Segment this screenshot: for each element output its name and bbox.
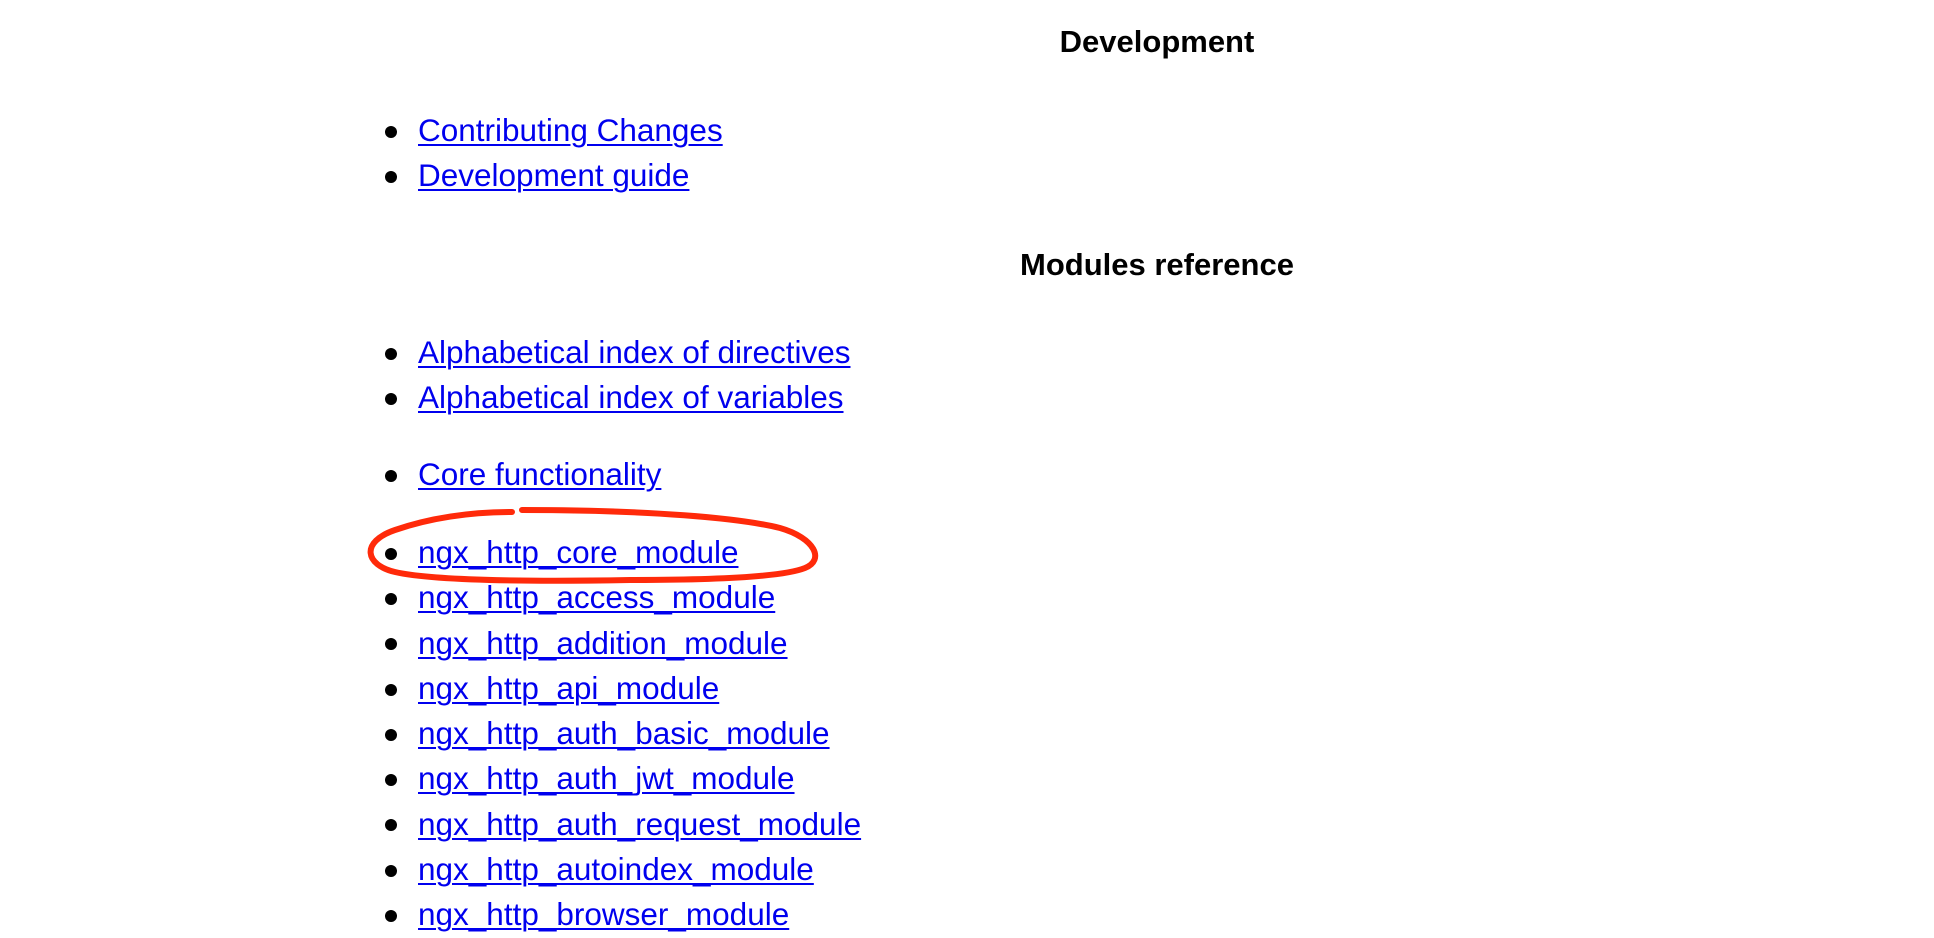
link-development-guide[interactable]: Development guide: [418, 157, 689, 193]
bullet-icon: [385, 864, 397, 877]
list-item: ngx_http_auth_basic_module: [385, 711, 861, 756]
list-item: ngx_http_autoindex_module: [385, 847, 861, 892]
bullet-icon: [385, 125, 397, 138]
list-item: Alphabetical index of directives: [385, 330, 851, 375]
bullet-icon: [385, 469, 397, 482]
bullet-icon: [385, 347, 397, 360]
list-item: ngx_http_access_module: [385, 575, 861, 620]
link-ngx-http-api-module[interactable]: ngx_http_api_module: [418, 670, 719, 706]
link-ngx-http-auth-request-module[interactable]: ngx_http_auth_request_module: [418, 806, 861, 842]
core-links-list: Core functionality: [385, 452, 661, 497]
link-variables-index[interactable]: Alphabetical index of variables: [418, 379, 844, 415]
bullet-icon: [385, 170, 397, 183]
bullet-icon: [385, 683, 397, 696]
list-item: Core functionality: [385, 452, 661, 497]
modules-reference-heading: Modules reference: [1020, 247, 1294, 282]
list-item: ngx_http_browser_module: [385, 892, 861, 937]
list-item: Contributing Changes: [385, 108, 723, 153]
development-links-list: Contributing Changes Development guide: [385, 108, 723, 199]
link-ngx-http-access-module[interactable]: ngx_http_access_module: [418, 579, 775, 615]
link-ngx-http-auth-basic-module[interactable]: ngx_http_auth_basic_module: [418, 715, 830, 751]
red-circle-annotation: [367, 507, 819, 584]
development-heading: Development: [1059, 24, 1255, 59]
list-item: ngx_http_auth_request_module: [385, 802, 861, 847]
bullet-icon: [385, 910, 397, 923]
list-item: ngx_http_core_module: [385, 530, 861, 575]
list-item: ngx_http_addition_module: [385, 621, 861, 666]
link-ngx-http-autoindex-module[interactable]: ngx_http_autoindex_module: [418, 851, 814, 887]
bullet-icon: [385, 774, 397, 787]
bullet-icon: [385, 592, 397, 605]
list-item: Development guide: [385, 153, 723, 198]
link-directives-index[interactable]: Alphabetical index of directives: [418, 334, 851, 370]
list-item: Alphabetical index of variables: [385, 375, 851, 420]
link-ngx-http-browser-module[interactable]: ngx_http_browser_module: [418, 896, 789, 932]
bullet-icon: [385, 819, 397, 832]
link-ngx-http-core-module[interactable]: ngx_http_core_module: [418, 534, 738, 570]
index-links-list: Alphabetical index of directives Alphabe…: [385, 330, 851, 421]
link-core-functionality[interactable]: Core functionality: [418, 456, 661, 492]
list-item: ngx_http_api_module: [385, 666, 861, 711]
link-ngx-http-addition-module[interactable]: ngx_http_addition_module: [418, 625, 788, 661]
bullet-icon: [385, 392, 397, 405]
link-ngx-http-auth-jwt-module[interactable]: ngx_http_auth_jwt_module: [418, 760, 795, 796]
link-contributing-changes[interactable]: Contributing Changes: [418, 112, 723, 148]
module-links-list: ngx_http_core_module ngx_http_access_mod…: [385, 530, 861, 938]
bullet-icon: [385, 547, 397, 560]
bullet-icon: [385, 638, 397, 651]
list-item: ngx_http_auth_jwt_module: [385, 756, 861, 801]
bullet-icon: [385, 728, 397, 741]
